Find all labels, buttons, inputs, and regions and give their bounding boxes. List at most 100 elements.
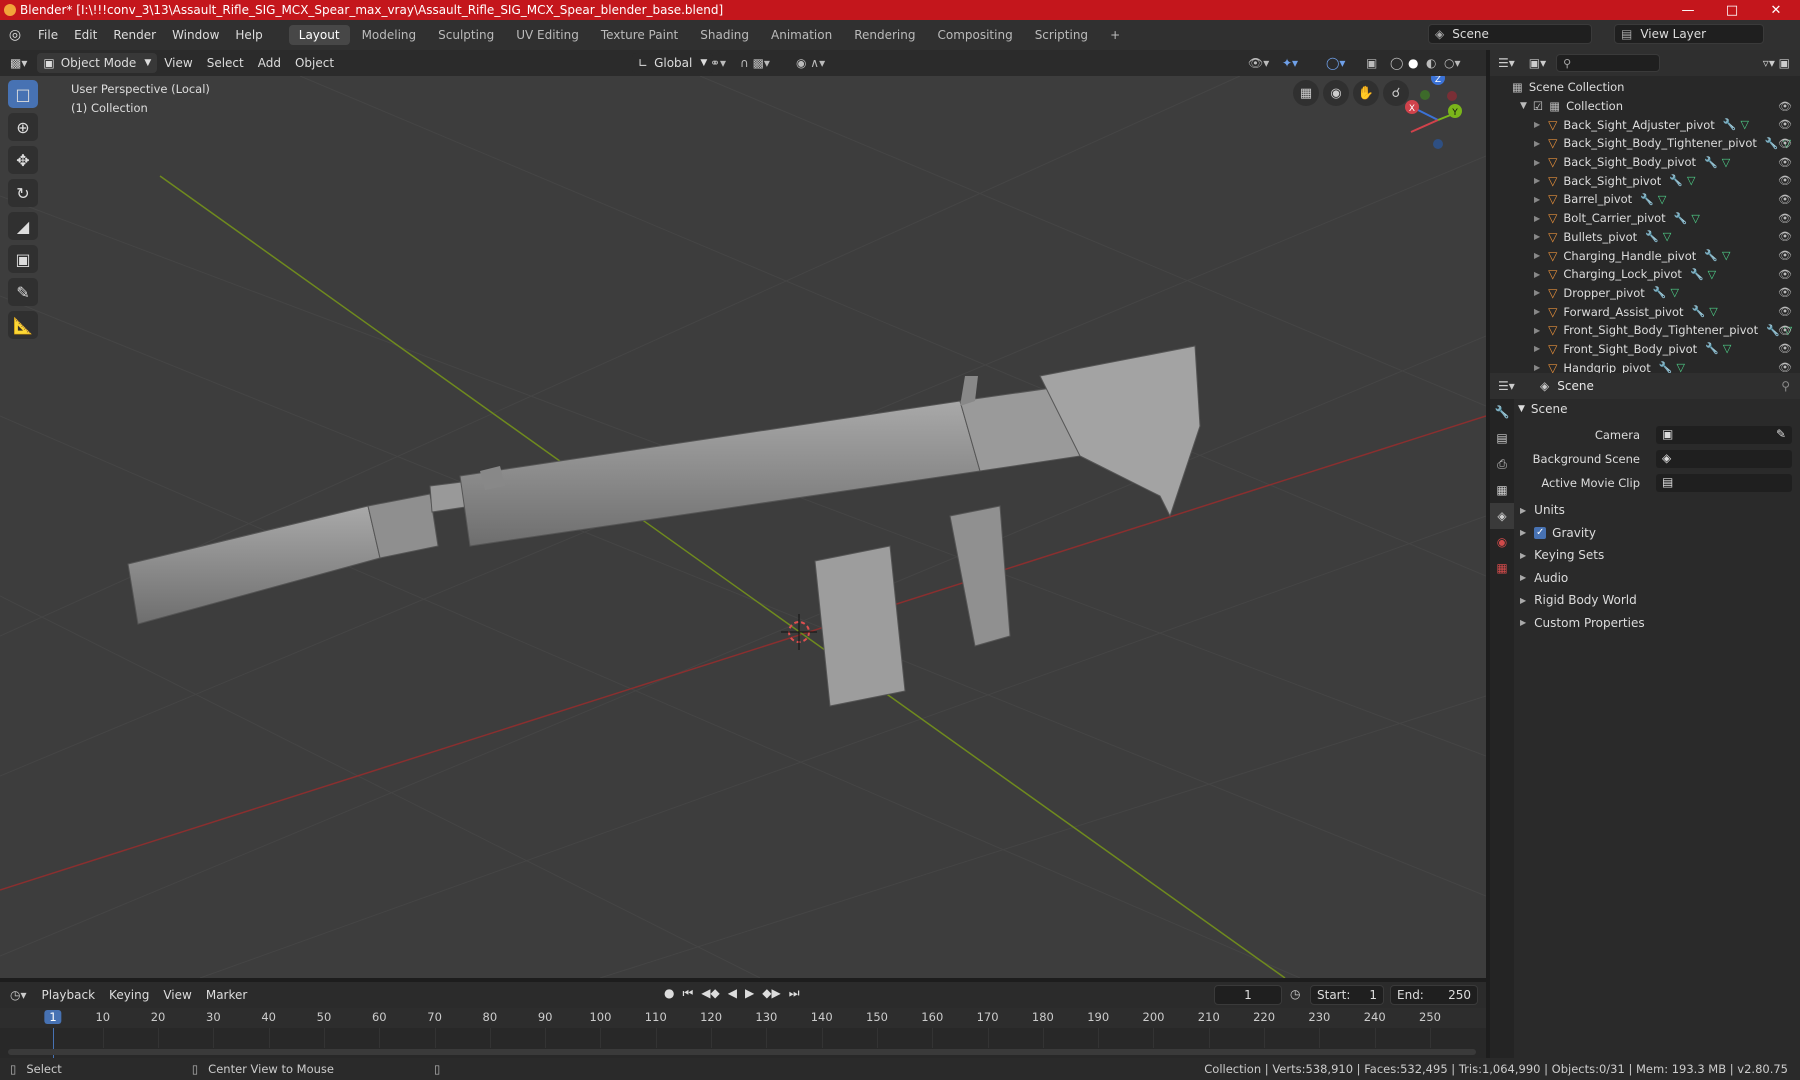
- wrench-icon[interactable]: 🔧: [1723, 118, 1737, 131]
- current-frame-field[interactable]: 1: [1214, 985, 1282, 1005]
- menu-marker[interactable]: Marker: [199, 988, 254, 1002]
- mesh-icon[interactable]: ▽: [1722, 249, 1730, 262]
- menu-help[interactable]: Help: [227, 20, 270, 50]
- outliner-item[interactable]: ▶ ▽ Back_Sight_Body_Tightener_pivot 🔧 ▽ 👁: [1490, 134, 1800, 153]
- menu-view[interactable]: View: [157, 56, 199, 70]
- proportional-edit-icon[interactable]: ◉ ∧▾: [796, 56, 825, 70]
- properties-editor-icon[interactable]: ☰▾: [1498, 379, 1515, 393]
- expand-arrow-icon[interactable]: ▶: [1534, 120, 1540, 129]
- scale-tool[interactable]: ◢: [8, 212, 38, 240]
- scene-selector[interactable]: ◈ Scene: [1428, 24, 1592, 44]
- outliner-item[interactable]: ▶ ▽ Charging_Lock_pivot 🔧 ▽ 👁: [1490, 265, 1800, 284]
- background-scene-field[interactable]: ◈: [1656, 450, 1792, 468]
- expand-arrow-icon[interactable]: ▶: [1534, 288, 1540, 297]
- scene-collection-row[interactable]: ▦ Scene Collection: [1490, 78, 1800, 97]
- eye-icon[interactable]: 👁: [1778, 100, 1792, 113]
- render-tab-icon[interactable]: ▤: [1490, 425, 1514, 451]
- expand-arrow-icon[interactable]: ▶: [1534, 214, 1540, 223]
- grid-toggle-icon[interactable]: ▦: [1293, 80, 1319, 106]
- wrench-icon[interactable]: 🔧: [1645, 230, 1659, 243]
- stopwatch-icon[interactable]: ◷: [1290, 987, 1300, 1001]
- menu-add[interactable]: Add: [251, 56, 288, 70]
- pan-hand-icon[interactable]: ✋: [1353, 80, 1379, 106]
- tab-rendering[interactable]: Rendering: [844, 25, 925, 45]
- world-tab-icon[interactable]: ◉: [1490, 529, 1514, 555]
- blender-menu-icon[interactable]: ◎: [0, 27, 30, 43]
- maximize-button[interactable]: □: [1710, 0, 1754, 20]
- transform-orientation[interactable]: ∟ Global ▼: [632, 53, 714, 73]
- outliner-editor-icon[interactable]: ☰▾: [1498, 56, 1515, 70]
- menu-playback[interactable]: Playback: [35, 988, 103, 1002]
- xray-icon[interactable]: ▣: [1366, 56, 1377, 70]
- play-icon[interactable]: ▶: [745, 986, 754, 1001]
- expand-arrow-icon[interactable]: ▶: [1534, 139, 1540, 148]
- view-layer-selector[interactable]: ▤ View Layer: [1614, 24, 1764, 44]
- outliner-item[interactable]: ▶ ▽ Front_Sight_Body_pivot 🔧 ▽ 👁: [1490, 340, 1800, 359]
- expand-arrow-icon[interactable]: ▶: [1534, 363, 1540, 372]
- expand-arrow-icon[interactable]: ▶: [1534, 195, 1540, 204]
- snap-icon[interactable]: ∩ ▩▾: [740, 56, 770, 70]
- measure-tool[interactable]: 📐: [8, 311, 38, 339]
- expand-arrow-icon[interactable]: ▶: [1534, 176, 1540, 185]
- pin-icon[interactable]: ⚲: [1781, 379, 1790, 393]
- scene-panel-header[interactable]: ▼ Scene: [1518, 402, 1568, 416]
- expand-arrow-icon[interactable]: ▶: [1534, 307, 1540, 316]
- wrench-icon[interactable]: 🔧: [1674, 212, 1688, 225]
- menu-window[interactable]: Window: [164, 20, 227, 50]
- mesh-icon[interactable]: ▽: [1708, 268, 1716, 281]
- mesh-icon[interactable]: ▽: [1723, 342, 1731, 355]
- eye-icon[interactable]: 👁: [1778, 212, 1792, 225]
- properties-section[interactable]: ▶ Audio: [1520, 571, 1568, 585]
- outliner-search-input[interactable]: ⚲: [1556, 54, 1661, 72]
- add-workspace-icon[interactable]: +: [1100, 25, 1130, 45]
- mesh-icon[interactable]: ▽: [1722, 156, 1730, 169]
- eyedropper-icon[interactable]: ✎: [1776, 427, 1786, 441]
- gizmo-toggle-icon[interactable]: ✦▾: [1282, 56, 1298, 70]
- wrench-icon[interactable]: 🔧: [1705, 342, 1719, 355]
- collection-row[interactable]: ▼ ☑ ▦ Collection 👁: [1490, 97, 1800, 116]
- editor-type-icon[interactable]: ▩▾: [10, 56, 27, 70]
- camera-view-icon[interactable]: ◉: [1323, 80, 1349, 106]
- jump-start-icon[interactable]: ⏮: [682, 986, 693, 1001]
- select-box-tool[interactable]: □: [8, 80, 38, 108]
- 3d-cursor[interactable]: [781, 614, 817, 650]
- 3d-viewport[interactable]: Z X Y: [0, 76, 1486, 978]
- mesh-icon[interactable]: ▽: [1740, 118, 1748, 131]
- tool-tab-icon[interactable]: 🔧: [1490, 399, 1514, 425]
- properties-section[interactable]: ▶ Rigid Body World: [1520, 593, 1637, 607]
- play-reverse-icon[interactable]: ◀: [728, 986, 737, 1001]
- rifle-model[interactable]: [127, 345, 1201, 707]
- wrench-icon[interactable]: 🔧: [1690, 268, 1704, 281]
- pivot-icon[interactable]: ⚭▾: [710, 56, 726, 70]
- checkbox-icon[interactable]: ☑: [1533, 99, 1543, 113]
- gravity-checkbox[interactable]: ✓: [1534, 526, 1547, 539]
- outliner-item[interactable]: ▶ ▽ Back_Sight_Body_pivot 🔧 ▽ 👁: [1490, 153, 1800, 172]
- tab-layout[interactable]: Layout: [288, 25, 350, 45]
- wrench-icon[interactable]: 🔧: [1704, 249, 1718, 262]
- tab-modeling[interactable]: Modeling: [352, 25, 427, 45]
- mesh-icon[interactable]: ▽: [1658, 193, 1666, 206]
- wrench-icon[interactable]: 🔧: [1704, 156, 1718, 169]
- menu-keying[interactable]: Keying: [102, 988, 156, 1002]
- next-keyframe-icon[interactable]: ◆▶: [762, 986, 780, 1001]
- wrench-icon[interactable]: 🔧: [1669, 174, 1683, 187]
- scene-tab-icon[interactable]: ◈: [1490, 503, 1514, 529]
- tab-animation[interactable]: Animation: [761, 25, 842, 45]
- expand-arrow-icon[interactable]: ▶: [1534, 251, 1540, 260]
- end-frame-field[interactable]: End: 250: [1390, 985, 1478, 1005]
- expand-arrow-icon[interactable]: ▶: [1534, 344, 1540, 353]
- wrench-icon[interactable]: 🔧: [1765, 137, 1779, 150]
- timeline-editor-icon[interactable]: ◷▾: [10, 988, 27, 1002]
- mesh-icon[interactable]: ▽: [1670, 286, 1678, 299]
- eye-icon[interactable]: 👁: [1778, 268, 1792, 281]
- eye-icon[interactable]: 👁: [1778, 193, 1792, 206]
- eye-icon[interactable]: 👁: [1778, 118, 1792, 131]
- jump-end-icon[interactable]: ⏭: [789, 986, 800, 1001]
- menu-render[interactable]: Render: [105, 20, 164, 50]
- filter-icon[interactable]: ▿▾ ▣: [1763, 56, 1790, 70]
- properties-section[interactable]: ▶ Keying Sets: [1520, 548, 1604, 562]
- wrench-icon[interactable]: 🔧: [1692, 305, 1706, 318]
- outliner-item[interactable]: ▶ ▽ Front_Sight_Body_Tightener_pivot 🔧 ▽ 👁: [1490, 321, 1800, 340]
- outliner-item[interactable]: ▶ ▽ Back_Sight_Adjuster_pivot 🔧 ▽ 👁: [1490, 115, 1800, 134]
- tab-shading[interactable]: Shading: [690, 25, 759, 45]
